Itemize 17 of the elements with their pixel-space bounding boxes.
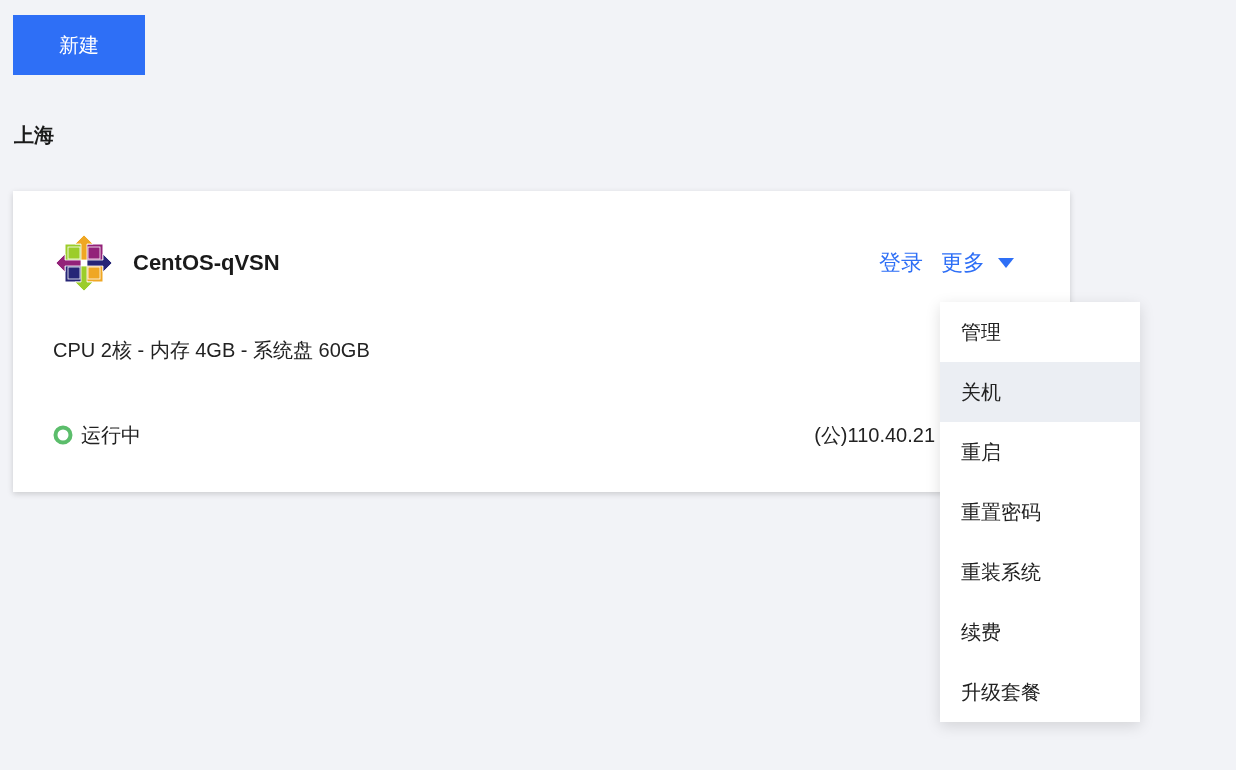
more-button[interactable]: 更多	[941, 249, 1014, 277]
ip-address: (公)110.40.21	[814, 423, 935, 448]
logo-icon	[55, 234, 113, 292]
region-title: 上海	[14, 123, 54, 148]
menu-item[interactable]: 升级套餐	[940, 662, 1140, 722]
menu-item[interactable]: 续费	[940, 602, 1140, 662]
login-link[interactable]: 登录	[879, 249, 923, 277]
menu-item[interactable]: 重装系统	[940, 542, 1140, 602]
menu-item[interactable]: 重置密码	[940, 482, 1140, 542]
status-label: 运行中	[81, 423, 141, 448]
spec-text: CPU 2核 - 内存 4GB - 系统盘 60GB	[53, 338, 370, 363]
server-name: CentOS-qVSN	[133, 249, 280, 277]
caret-icon	[998, 258, 1014, 268]
menu-item[interactable]: 重启	[940, 422, 1140, 482]
menu-item[interactable]: 管理	[940, 302, 1140, 362]
create-button[interactable]: 新建	[13, 15, 145, 75]
menu-item[interactable]: 关机	[940, 362, 1140, 422]
